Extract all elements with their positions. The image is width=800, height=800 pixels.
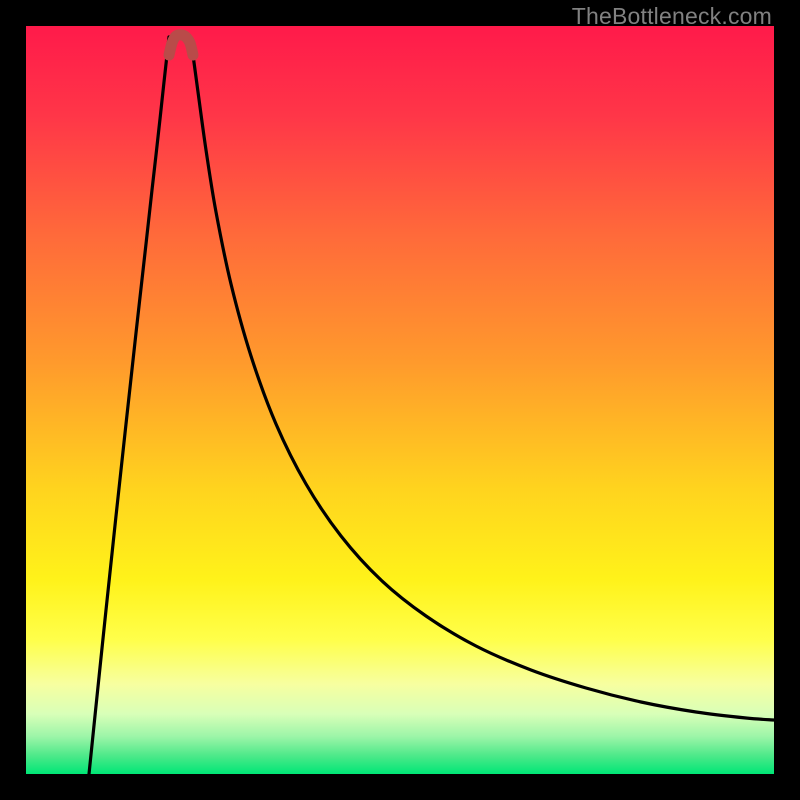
bottleneck-chart [26,26,774,774]
gradient-background [26,26,774,774]
watermark-text: TheBottleneck.com [572,3,772,30]
chart-frame [26,26,774,774]
